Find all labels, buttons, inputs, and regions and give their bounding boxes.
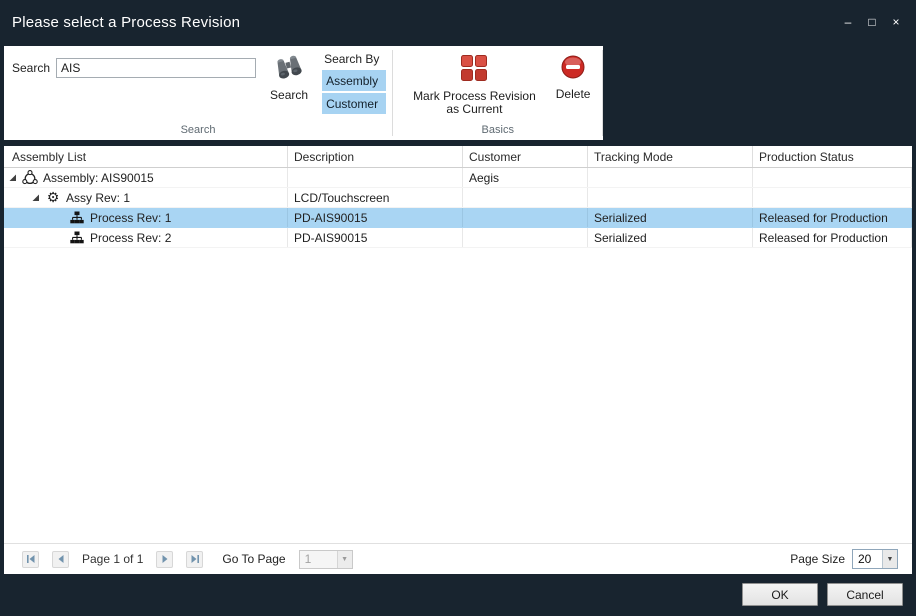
hierarchy-icon	[69, 210, 85, 226]
binoculars-icon	[275, 54, 303, 84]
table-row-assembly[interactable]: Assembly: AIS90015 Aegis	[4, 168, 912, 188]
description-cell: PD-AIS90015	[288, 228, 463, 247]
window-controls: – □ ×	[838, 12, 906, 32]
production-status-cell: Released for Production	[753, 208, 912, 227]
page-indicator: Page 1 of 1	[82, 552, 143, 566]
table-row-process-rev-2[interactable]: Process Rev: 2 PD-AIS90015 Serialized Re…	[4, 228, 912, 248]
column-header-assembly-list[interactable]: Assembly List	[4, 146, 288, 167]
description-cell	[288, 168, 463, 187]
previous-page-button[interactable]	[52, 551, 69, 568]
search-by-customer-option[interactable]: Customer	[322, 93, 386, 114]
production-status-cell	[753, 168, 912, 187]
go-to-page-input[interactable]: 1 ▼	[299, 550, 353, 569]
delete-button[interactable]: Delete	[550, 52, 597, 101]
go-to-page-value: 1	[300, 552, 337, 566]
search-button-label: Search	[270, 89, 308, 102]
ribbon: Search	[4, 46, 603, 140]
search-field-label: Search	[12, 61, 50, 75]
assembly-grid: Assembly List Description Customer Track…	[4, 146, 912, 574]
grid-header: Assembly List Description Customer Track…	[4, 146, 912, 168]
tracking-mode-cell	[588, 168, 753, 187]
delete-icon	[560, 54, 586, 83]
process-rev-tree-cell: Process Rev: 1	[4, 208, 288, 227]
red-grid-icon	[460, 54, 488, 85]
expander-icon[interactable]	[31, 193, 40, 202]
delete-button-label: Delete	[556, 88, 591, 101]
search-by-group: Search By Assembly Customer	[322, 52, 386, 116]
ribbon-group-basics: Mark Process Revision as Current Delete	[393, 46, 602, 140]
go-to-page-label: Go To Page	[222, 552, 285, 566]
search-by-assembly-option[interactable]: Assembly	[322, 70, 386, 91]
close-button[interactable]: ×	[886, 12, 906, 32]
maximize-button[interactable]: □	[862, 12, 882, 32]
basics-group-label: Basics	[393, 124, 602, 140]
search-group-label: Search	[4, 124, 392, 140]
minimize-button[interactable]: –	[838, 12, 858, 32]
mark-process-revision-button[interactable]: Mark Process Revision as Current	[407, 52, 542, 116]
assembly-icon	[22, 170, 38, 186]
next-page-button[interactable]	[156, 551, 173, 568]
last-page-button[interactable]	[186, 551, 203, 568]
table-row-process-rev-1[interactable]: Process Rev: 1 PD-AIS90015 Serialized Re…	[4, 208, 912, 228]
mark-button-label: Mark Process Revision as Current	[413, 90, 536, 116]
assy-rev-tree-cell: ⚙ Assy Rev: 1	[4, 188, 288, 207]
ok-button[interactable]: OK	[742, 583, 818, 606]
ribbon-separator	[602, 50, 603, 136]
tracking-mode-cell	[588, 188, 753, 207]
row-label: Process Rev: 1	[90, 211, 171, 225]
customer-cell	[463, 188, 588, 207]
cancel-button[interactable]: Cancel	[827, 583, 903, 606]
ribbon-panel: Search	[4, 46, 603, 140]
dropdown-arrow-icon[interactable]: ▼	[337, 551, 352, 568]
search-by-label: Search By	[324, 52, 386, 66]
column-header-customer[interactable]: Customer	[463, 146, 588, 167]
ribbon-group-search: Search	[4, 46, 392, 140]
page-size-label: Page Size	[790, 552, 845, 566]
expander-icon[interactable]	[8, 173, 17, 182]
customer-cell	[463, 208, 588, 227]
description-cell: PD-AIS90015	[288, 208, 463, 227]
column-header-production-status[interactable]: Production Status	[753, 146, 912, 167]
search-input[interactable]	[56, 58, 256, 78]
customer-cell	[463, 228, 588, 247]
hierarchy-icon	[69, 230, 85, 246]
process-rev-tree-cell: Process Rev: 2	[4, 228, 288, 247]
row-label: Assy Rev: 1	[66, 191, 130, 205]
page-size-select[interactable]: 20 ▼	[852, 549, 898, 569]
gear-icon: ⚙	[45, 190, 61, 206]
assembly-tree-cell: Assembly: AIS90015	[4, 168, 288, 187]
pager: Page 1 of 1 Go To Page 1 ▼ Page Size 20 …	[4, 543, 912, 574]
description-cell: LCD/Touchscreen	[288, 188, 463, 207]
page-size-value: 20	[853, 552, 882, 566]
table-row-assy-rev[interactable]: ⚙ Assy Rev: 1 LCD/Touchscreen	[4, 188, 912, 208]
title-bar: Please select a Process Revision – □ ×	[0, 0, 916, 44]
tracking-mode-cell: Serialized	[588, 228, 753, 247]
column-header-description[interactable]: Description	[288, 146, 463, 167]
window-title: Please select a Process Revision	[12, 14, 240, 31]
row-label: Assembly: AIS90015	[43, 171, 154, 185]
column-header-tracking-mode[interactable]: Tracking Mode	[588, 146, 753, 167]
production-status-cell: Released for Production	[753, 228, 912, 247]
customer-cell: Aegis	[463, 168, 588, 187]
dropdown-arrow-icon[interactable]: ▼	[882, 550, 897, 568]
dialog-footer: OK Cancel	[742, 583, 903, 606]
search-button[interactable]: Search	[264, 52, 314, 102]
grid-empty-area	[4, 248, 912, 543]
row-label: Process Rev: 2	[90, 231, 171, 245]
production-status-cell	[753, 188, 912, 207]
tracking-mode-cell: Serialized	[588, 208, 753, 227]
first-page-button[interactable]	[22, 551, 39, 568]
search-field: Search	[12, 58, 256, 78]
page-size-group: Page Size 20 ▼	[790, 549, 898, 569]
